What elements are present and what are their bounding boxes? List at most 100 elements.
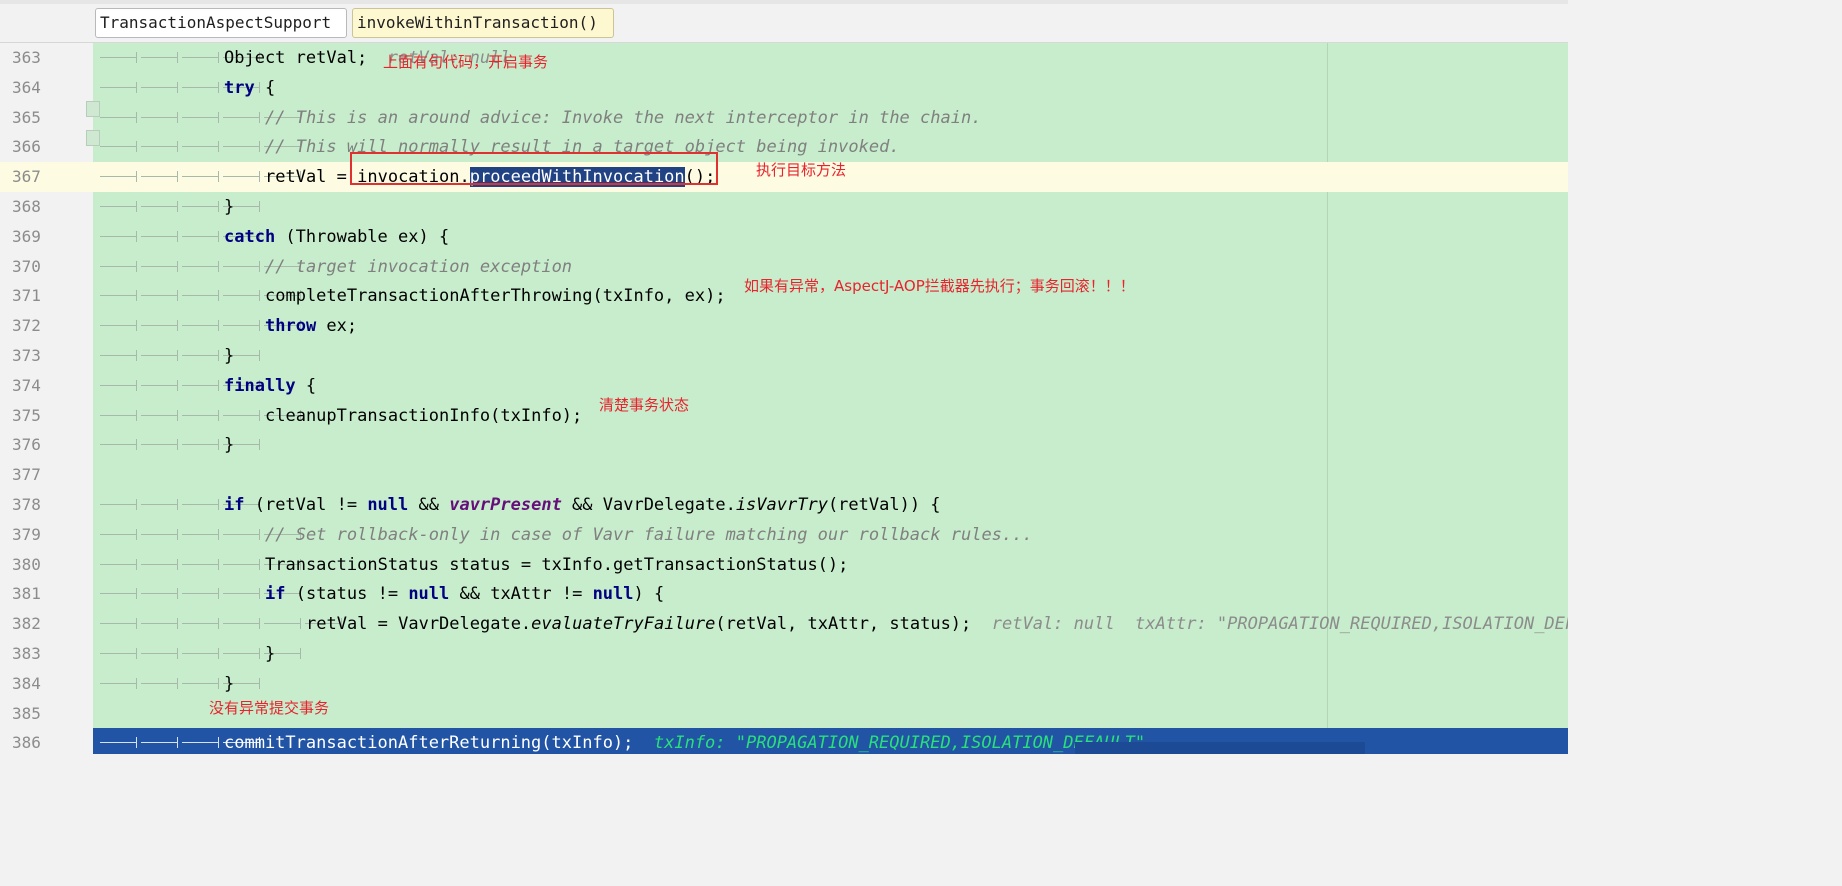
code-token: (retVal, txAttr, status); (715, 614, 972, 635)
code-line[interactable]: 363 Object retVal; retVal: null (0, 43, 1568, 73)
breadcrumb-method[interactable]: invokeWithinTransaction() (352, 8, 614, 38)
code-line[interactable]: 364 try { (0, 73, 1568, 103)
code-token: null (408, 584, 450, 605)
annotation-commit: 没有异常提交事务 (209, 699, 330, 717)
code-token: && txAttr != (449, 584, 593, 605)
line-number: 371 (12, 286, 41, 306)
code-line[interactable]: 376} (0, 430, 1568, 460)
line-number: 380 (12, 554, 41, 574)
code-token: finally (224, 375, 296, 396)
code-line[interactable]: 366// This will normally result in a tar… (0, 132, 1568, 162)
fold-marker-icon[interactable] (86, 130, 100, 146)
line-number: 383 (12, 644, 41, 663)
code-token: vavrPresent (449, 495, 562, 515)
code-token: } (224, 673, 235, 694)
code-token: ex; (316, 316, 358, 337)
line-number: 376 (12, 435, 41, 455)
code-token: { (254, 77, 276, 98)
code-text[interactable]: catch (Throwable ex) { (224, 222, 449, 252)
code-editor: TransactionAspectSupport invokeWithinTra… (0, 0, 1568, 754)
code-token: throw (265, 316, 317, 337)
code-token: (Throwable ex) { (275, 226, 450, 247)
code-text[interactable]: // This is an around advice: Invoke the … (265, 103, 981, 133)
annotation-invoke-target: 执行目标方法 (756, 161, 847, 179)
code-token: retVal = VavrDelegate. (306, 614, 532, 635)
code-token: && (408, 495, 450, 515)
code-line[interactable]: 379 // Set rollback-only in case of Vavr … (0, 520, 1568, 550)
code-token: // target invocation exception (265, 256, 573, 277)
line-number: 381 (12, 584, 41, 604)
code-line[interactable]: 368} (0, 192, 1568, 222)
code-line[interactable]: 380 TransactionStatus status = txInfo.get… (0, 550, 1568, 580)
code-token: if (265, 584, 286, 605)
highlight-box-proceed-call (350, 152, 718, 185)
code-text[interactable]: } (224, 430, 234, 460)
code-line[interactable]: 372 throw ex; (0, 311, 1568, 341)
code-text[interactable]: throw ex; (265, 311, 357, 341)
code-line[interactable]: 374 finally { (0, 371, 1568, 401)
code-text[interactable]: } (265, 639, 275, 669)
code-token: null (367, 495, 409, 515)
code-text[interactable]: commitTransactionAfterReturning(txInfo);… (224, 728, 1145, 754)
annotation-rollback: 如果有异常，AspectJ-AOP拦截器先执行；事务回滚！！！ (744, 277, 1135, 295)
code-line[interactable]: 382 retVal = VavrDelegate.evaluateTryFail… (0, 609, 1568, 639)
code-text[interactable]: } (224, 341, 234, 371)
line-number: 375 (12, 405, 41, 425)
line-number: 368 (12, 197, 41, 216)
code-text[interactable]: } (224, 192, 234, 222)
code-token: try (224, 77, 255, 98)
code-text[interactable]: } (224, 669, 234, 699)
annotation-open-transaction: 上面有句代码，开启事务 (383, 53, 549, 71)
code-text[interactable]: finally { (224, 371, 316, 401)
line-number: 372 (12, 316, 41, 336)
code-line[interactable]: 383} (0, 639, 1568, 669)
code-line[interactable]: 384} (0, 669, 1568, 699)
code-token: } (224, 197, 235, 217)
horizontal-scrollbar[interactable] (1075, 742, 1365, 754)
code-token: } (224, 346, 235, 366)
code-token: Object retVal; (224, 48, 368, 68)
code-text[interactable]: try { (224, 73, 275, 103)
code-token: { (295, 375, 317, 396)
code-line[interactable]: 381 if (status != null && txAttr != null)… (0, 579, 1568, 609)
code-line[interactable]: 375 cleanupTransactionInfo(txInfo); (0, 401, 1568, 431)
code-token: completeTransactionAfterThrowing(txInfo,… (265, 286, 726, 307)
line-number: 374 (12, 375, 41, 395)
code-text[interactable]: // target invocation exception (265, 252, 572, 282)
line-number: 366 (12, 137, 41, 157)
code-line[interactable]: 373} (0, 341, 1568, 371)
breadcrumb: TransactionAspectSupport invokeWithinTra… (0, 4, 1568, 43)
code-text[interactable]: retVal = VavrDelegate.evaluateTryFailure… (306, 609, 1568, 639)
code-token: TransactionStatus status = txInfo.getTra… (265, 554, 849, 575)
code-text[interactable]: if (retVal != null && vavrPresent && Vav… (224, 490, 941, 520)
code-text[interactable]: if (status != null && txAttr != null) { (265, 579, 664, 609)
line-number: 377 (12, 465, 41, 485)
code-text[interactable]: cleanupTransactionInfo(txInfo); (265, 401, 582, 431)
code-token: isVavrTry (735, 495, 828, 515)
fold-marker-icon[interactable] (86, 101, 100, 117)
code-text[interactable]: completeTransactionAfterThrowing(txInfo,… (265, 281, 726, 311)
code-line[interactable]: 378 if (retVal != null && vavrPresent && … (0, 490, 1568, 520)
breadcrumb-class[interactable]: TransactionAspectSupport (95, 8, 347, 38)
code-token: ) { (633, 584, 665, 605)
line-number: 386 (0, 728, 93, 754)
line-number: 385 (12, 703, 41, 723)
code-text[interactable]: // Set rollback-only in case of Vavr fai… (265, 520, 1033, 550)
code-token: cleanupTransactionInfo(txInfo); (265, 405, 583, 426)
code-token: null (592, 584, 634, 605)
code-line[interactable]: 365 // This is an around advice: Invoke t… (0, 103, 1568, 133)
code-token: // Set rollback-only in case of Vavr fai… (265, 524, 1033, 545)
code-line[interactable]: 377 (0, 460, 1568, 490)
code-token: if (224, 495, 245, 515)
line-number: 382 (12, 614, 41, 634)
debug-inline-value: txInfo: "PROPAGATION_REQUIRED,ISOLATION_… (633, 733, 1146, 754)
annotation-cleanup: 清楚事务状态 (599, 396, 690, 414)
line-number: 379 (12, 524, 41, 544)
code-line[interactable]: 369 catch (Throwable ex) { (0, 222, 1568, 252)
line-number: 365 (12, 107, 41, 127)
code-text[interactable]: TransactionStatus status = txInfo.getTra… (265, 550, 848, 580)
code-token: evaluateTryFailure (531, 614, 716, 635)
code-token: (retVal != (244, 495, 368, 515)
code-token: commitTransactionAfterReturning(txInfo); (224, 733, 634, 754)
debug-inline-value: retVal: null txAttr: "PROPAGATION_REQUIR… (971, 614, 1568, 635)
